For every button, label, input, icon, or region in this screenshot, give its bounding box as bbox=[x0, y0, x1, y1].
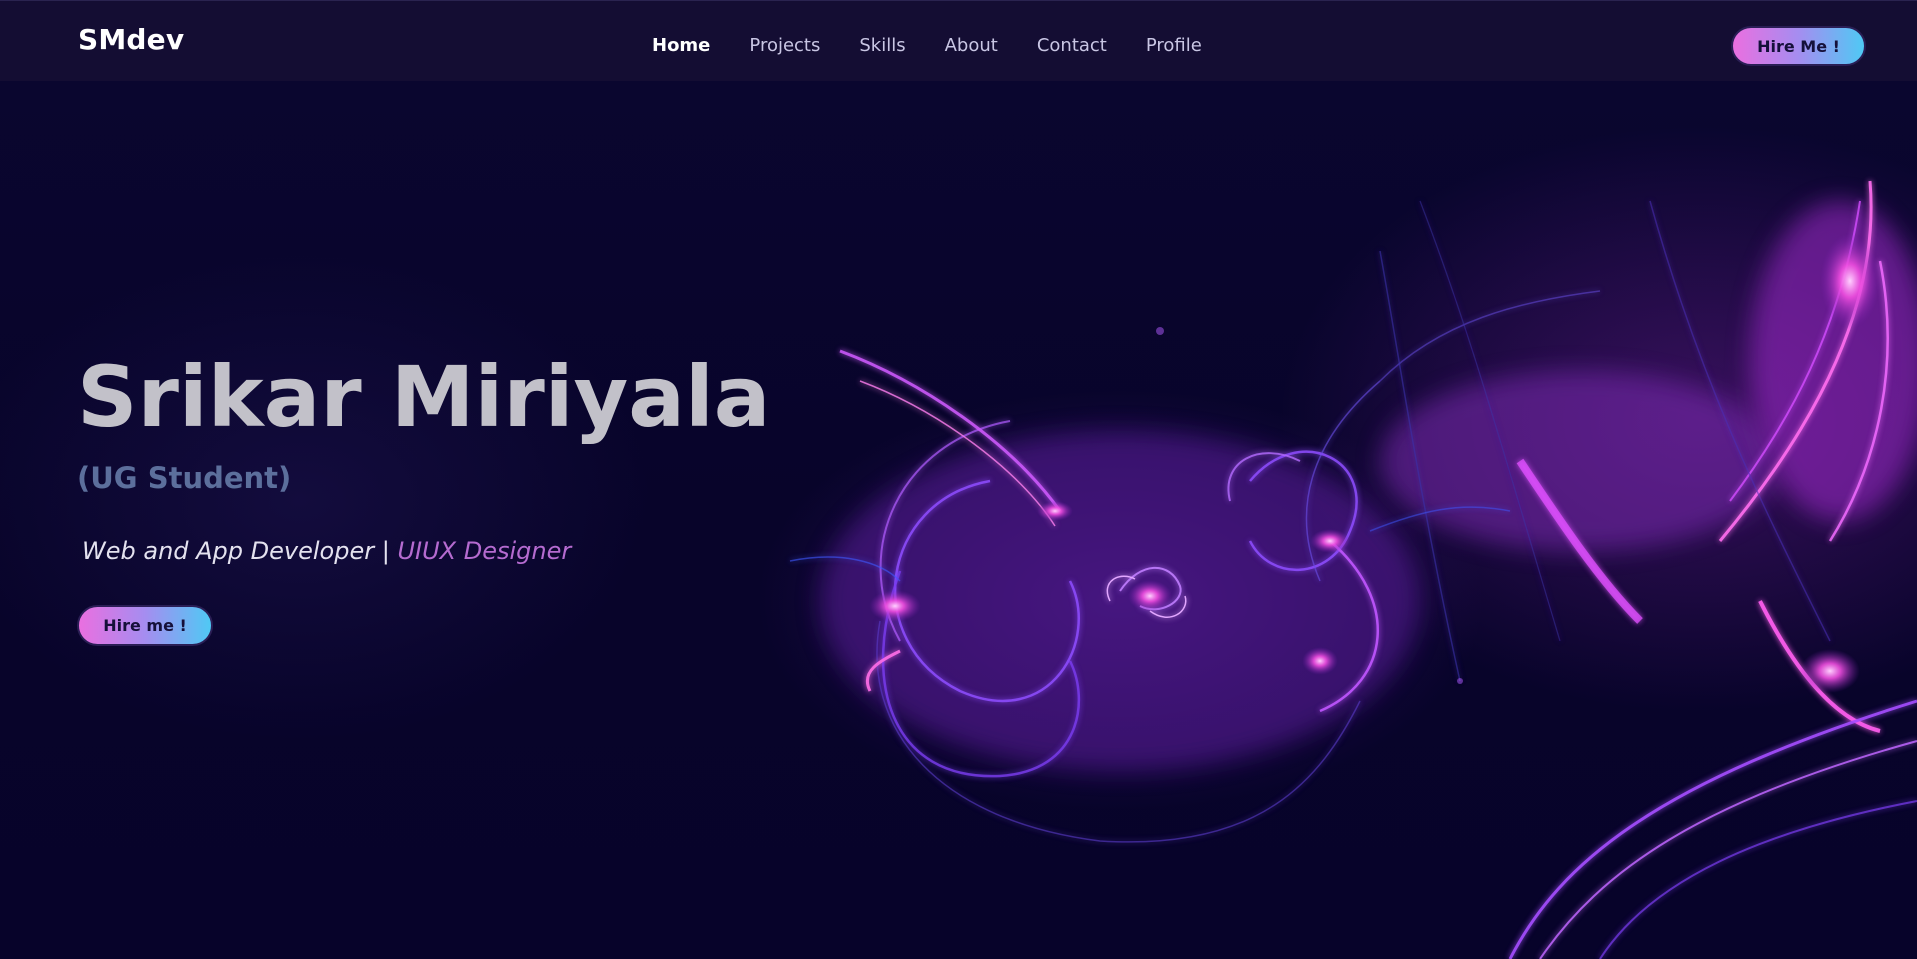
nav-link-skills[interactable]: Skills bbox=[859, 35, 905, 56]
hero-section: Srikar Miriyala (UG Student) Web and App… bbox=[77, 355, 770, 646]
hero-role-secondary: UIUX Designer bbox=[397, 537, 572, 565]
site-logo[interactable]: SMdev bbox=[78, 23, 184, 56]
top-navbar: SMdev Home Projects Skills About Contact… bbox=[0, 0, 1917, 81]
nav-links: Home Projects Skills About Contact Profi… bbox=[652, 35, 1241, 56]
fractal-haze bbox=[820, 201, 1917, 771]
hero-role: Web and App Developer | UIUX Designer bbox=[82, 537, 770, 565]
nav-link-about[interactable]: About bbox=[945, 35, 998, 56]
nav-link-home[interactable]: Home bbox=[652, 35, 710, 56]
portfolio-page: SMdev Home Projects Skills About Contact… bbox=[0, 0, 1917, 959]
hero-subtitle: (UG Student) bbox=[77, 461, 292, 495]
hero-role-primary: Web and App Developer | bbox=[82, 537, 390, 565]
nav-link-contact[interactable]: Contact bbox=[1037, 35, 1107, 56]
hero-name: Srikar Miriyala bbox=[77, 348, 771, 446]
hire-me-nav-button[interactable]: Hire Me ! bbox=[1731, 26, 1866, 66]
nav-link-profile[interactable]: Profile bbox=[1146, 35, 1202, 56]
hire-me-hero-button[interactable]: Hire me ! bbox=[77, 605, 213, 646]
nav-link-projects[interactable]: Projects bbox=[749, 35, 820, 56]
